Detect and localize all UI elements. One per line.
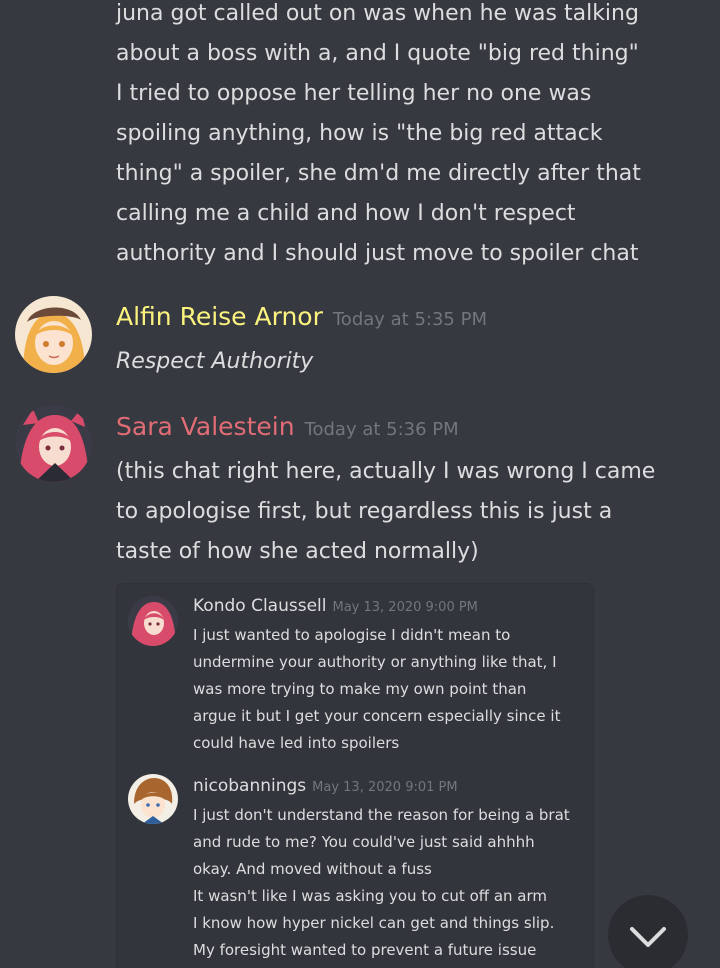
quoted-line: I know how hyper nickel can get and thin… <box>193 914 555 932</box>
message-continuation: juna got called out on was when he was t… <box>116 0 706 274</box>
chevron-down-icon <box>630 927 666 947</box>
quoted-line: It wasn't like I was asking you to cut o… <box>193 887 548 905</box>
message-header: Sara Valestein Today at 5:36 PM <box>116 410 459 444</box>
message-line: spoiling anything, how is "the big red a… <box>116 121 603 146</box>
timestamp: Today at 5:35 PM <box>332 309 487 330</box>
message-line: calling me a child and how I don't respe… <box>116 201 576 226</box>
quoted-text: I just wanted to apologise I didn't mean… <box>193 622 585 757</box>
chat-view: juna got called out on was when he was t… <box>0 0 720 968</box>
quoted-timestamp: May 13, 2020 9:01 PM <box>312 780 458 795</box>
quoted-author-name: nicobannings <box>193 776 307 796</box>
quoted-line: was more trying to make my own point tha… <box>193 680 527 698</box>
scroll-to-bottom-button[interactable] <box>608 895 688 968</box>
author-name[interactable]: Alfin Reise Arnor <box>116 302 323 331</box>
quoted-line: My foresight wanted to prevent a future … <box>193 941 537 959</box>
message-text: Respect Authority <box>116 349 314 374</box>
message-line: authority and I should just move to spoi… <box>116 241 639 266</box>
avatar <box>128 774 178 824</box>
quoted-line: argue it but I get your concern especial… <box>193 707 561 725</box>
quoted-line: okay. And moved without a fuss <box>193 860 432 878</box>
quoted-text: I just don't understand the reason for b… <box>193 802 585 964</box>
quoted-author-name: Kondo Claussell <box>193 596 327 616</box>
quoted-line: I just don't understand the reason for b… <box>193 806 570 824</box>
message-header: Alfin Reise Arnor Today at 5:35 PM <box>116 300 487 334</box>
quoted-line: could have led into spoilers <box>193 734 400 752</box>
quoted-line: I just wanted to apologise I didn't mean… <box>193 626 511 644</box>
message-line: thing" a spoiler, she dm'd me directly a… <box>116 161 641 186</box>
quoted-line: and rude to me? You could've just said a… <box>193 833 535 851</box>
quoted-header: Kondo Claussell May 13, 2020 9:00 PM <box>193 596 478 616</box>
avatar <box>128 596 178 646</box>
message-line: I tried to oppose her telling her no one… <box>116 81 592 106</box>
quoted-timestamp: May 13, 2020 9:00 PM <box>332 600 478 615</box>
quoted-line: undermine your authority or anything lik… <box>193 653 557 671</box>
avatar[interactable] <box>15 405 92 482</box>
message-line: (this chat right here, actually I was wr… <box>116 459 656 484</box>
timestamp: Today at 5:36 PM <box>304 419 459 440</box>
avatar[interactable] <box>15 296 92 373</box>
message-line: juna got called out on was when he was t… <box>116 1 639 26</box>
embedded-screenshot[interactable]: Kondo Claussell May 13, 2020 9:00 PM I ju… <box>117 584 593 968</box>
message-line: taste of how she acted normally) <box>116 539 479 564</box>
author-name[interactable]: Sara Valestein <box>116 412 295 441</box>
quoted-header: nicobannings May 13, 2020 9:01 PM <box>193 776 458 796</box>
message-line: to apologise first, but regardless this … <box>116 499 613 524</box>
message-line: about a boss with a, and I quote "big re… <box>116 41 639 66</box>
message-text: (this chat right here, actually I was wr… <box>116 452 706 572</box>
